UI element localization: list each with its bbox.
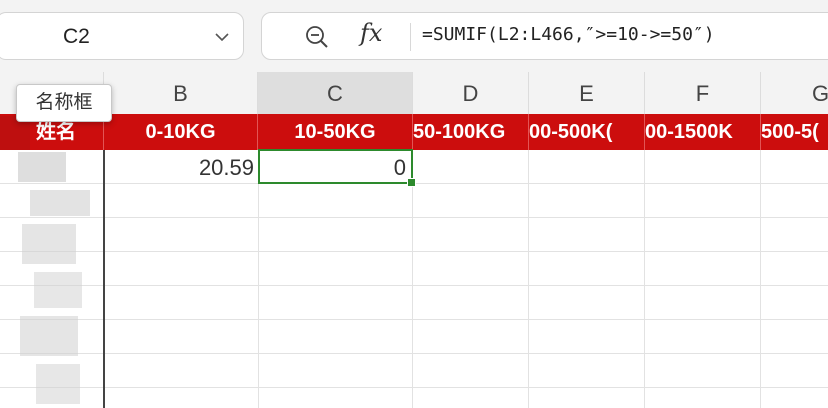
column-divider: [528, 150, 529, 408]
table-row[interactable]: [0, 218, 828, 252]
column-divider: [644, 150, 645, 408]
name-box-tooltip: 名称框: [16, 84, 112, 122]
blurred-cell: [36, 364, 80, 404]
table-row[interactable]: [0, 388, 828, 408]
header-cell-1500-5000kg[interactable]: 500-5(: [761, 114, 828, 150]
name-box[interactable]: C2: [0, 12, 244, 60]
header-cell-0-10kg[interactable]: 0-10KG: [104, 114, 258, 150]
table-row[interactable]: [0, 354, 828, 388]
cell-b2[interactable]: 20.59: [104, 150, 254, 184]
formula-separator: [410, 23, 411, 51]
blurred-cell: [18, 152, 66, 182]
header-cell-50-100kg[interactable]: 50-100KG: [413, 114, 529, 150]
column-divider: [103, 150, 105, 408]
header-cell-100-500kg[interactable]: 00-500K(: [529, 114, 645, 150]
column-header-g[interactable]: G: [761, 72, 828, 114]
name-box-value: C2: [63, 25, 90, 48]
toolbar: C2 fx =SUMIF(L2:L466,″>=10->=50″): [0, 0, 828, 72]
column-header-d[interactable]: D: [413, 72, 529, 114]
chevron-down-icon[interactable]: [215, 33, 229, 41]
spreadsheet-grid[interactable]: B C D E F G 姓名 0-10KG 10-50KG 50-100KG 0…: [0, 72, 828, 408]
zoom-icon[interactable]: [304, 24, 330, 50]
header-cell-500-1500kg[interactable]: 00-1500K: [645, 114, 761, 150]
table-row[interactable]: [0, 320, 828, 354]
column-divider: [760, 150, 761, 408]
column-header-e[interactable]: E: [529, 72, 645, 114]
column-divider: [412, 150, 413, 408]
blurred-cell: [34, 272, 82, 308]
table-row[interactable]: [0, 184, 828, 218]
column-header-b[interactable]: B: [104, 72, 258, 114]
header-row: 姓名 0-10KG 10-50KG 50-100KG 00-500K( 00-1…: [0, 114, 828, 150]
formula-bar[interactable]: fx =SUMIF(L2:L466,″>=10->=50″): [261, 12, 828, 60]
table-row[interactable]: [0, 252, 828, 286]
header-cell-10-50kg[interactable]: 10-50KG: [258, 114, 413, 150]
blurred-cell: [30, 190, 90, 216]
column-divider: [258, 150, 259, 408]
fill-handle[interactable]: [407, 178, 416, 187]
column-header-f[interactable]: F: [645, 72, 761, 114]
blurred-cell: [20, 316, 78, 356]
table-row[interactable]: [0, 286, 828, 320]
formula-text[interactable]: =SUMIF(L2:L466,″>=10->=50″): [422, 24, 715, 45]
fx-icon[interactable]: fx: [360, 19, 382, 47]
selected-cell-border: [258, 149, 413, 184]
blurred-cell: [22, 224, 76, 264]
column-header-c[interactable]: C: [258, 72, 413, 114]
